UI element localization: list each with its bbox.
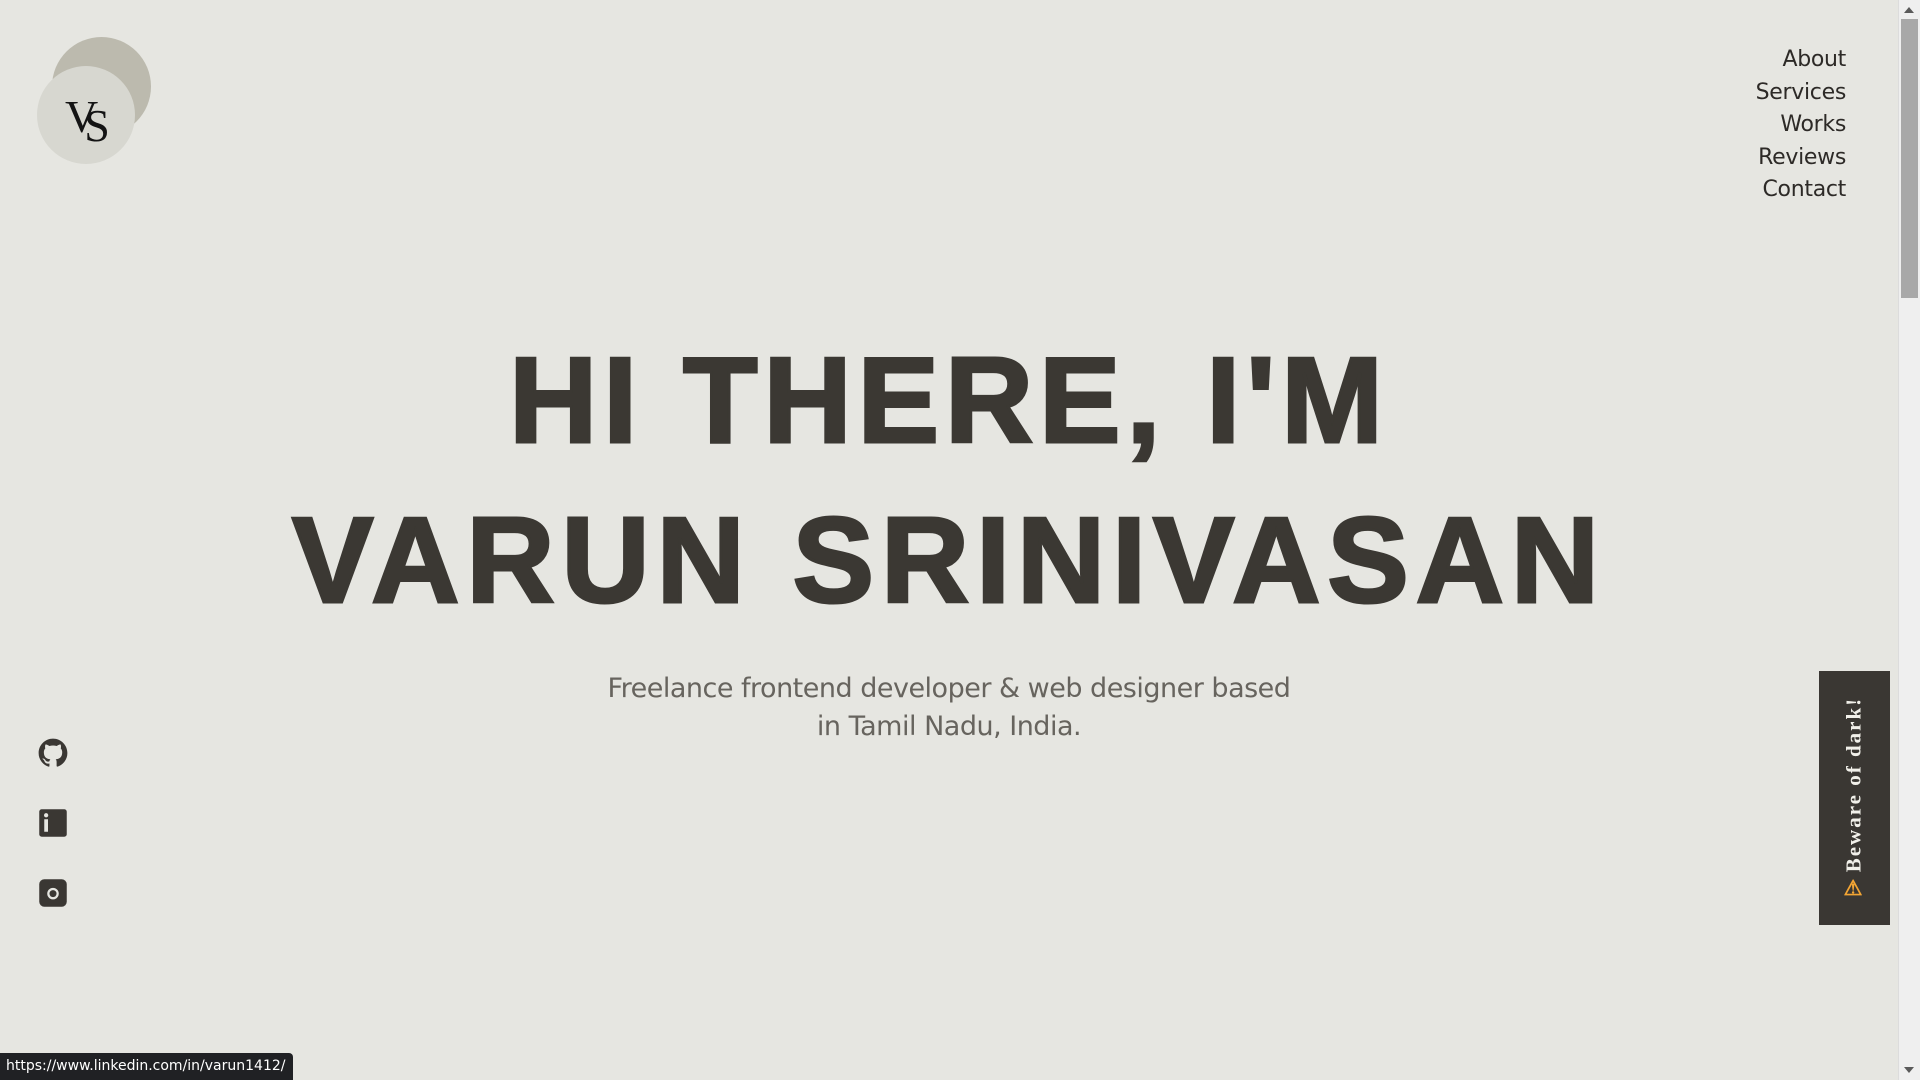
dark-mode-toggle[interactable]: ⚠ Beware of dark! (1819, 671, 1890, 925)
hero-tagline: Freelance frontend developer & web desig… (0, 670, 1898, 746)
logo-monogram-s: S (84, 100, 109, 151)
github-icon[interactable] (38, 738, 68, 768)
logo-monogram-v: V (65, 91, 98, 142)
logo-monogram: VS (65, 91, 109, 149)
nav-item-reviews[interactable]: Reviews (1756, 142, 1846, 175)
logo[interactable]: VS (37, 37, 155, 164)
nav-item-works[interactable]: Works (1756, 109, 1846, 142)
tagline-line-2: in Tamil Nadu, India. (816, 711, 1082, 742)
nav-item-contact[interactable]: Contact (1756, 174, 1847, 207)
hero-line-name: VARUN SRINIVASAN (290, 491, 1606, 630)
scroll-down-arrow-icon[interactable] (1904, 1067, 1914, 1073)
link-status-bar: https://www.linkedin.com/in/varun1412/ (0, 1053, 294, 1080)
scroll-up-arrow-icon[interactable] (1904, 7, 1914, 13)
warning-icon: ⚠ (1843, 876, 1865, 901)
nav-item-about[interactable]: About (1756, 44, 1846, 77)
hero-line-greeting: HI THERE, I'M (508, 331, 1389, 470)
scrollbar-thumb[interactable] (1901, 19, 1918, 298)
linkedin-icon[interactable] (38, 808, 68, 838)
page-scrollbar[interactable] (1898, 0, 1920, 1080)
hero-heading: HI THERE, I'M VARUN SRINIVASAN (0, 320, 1898, 640)
tagline-line-1: Freelance frontend developer & web desig… (607, 673, 1291, 704)
instagram-icon[interactable] (38, 878, 68, 908)
nav-item-services[interactable]: Services (1756, 77, 1847, 110)
dark-mode-label-wrap: ⚠ Beware of dark! (1841, 696, 1867, 901)
dark-mode-label: Beware of dark! (1841, 696, 1866, 873)
main-nav: About Services Works Reviews Contact (1756, 44, 1847, 207)
social-links (38, 738, 68, 948)
